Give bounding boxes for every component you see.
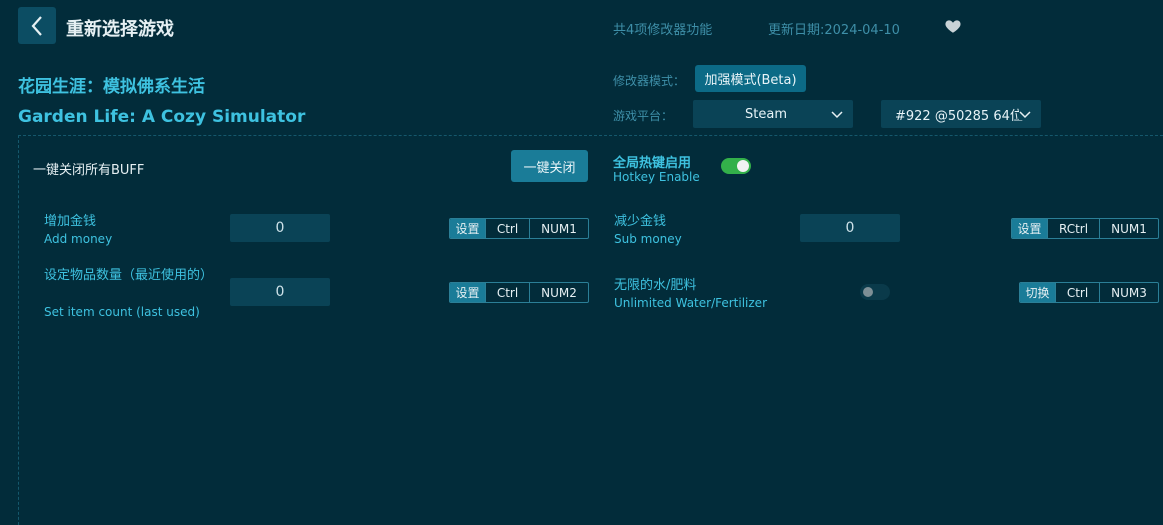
chevron-down-icon (1019, 108, 1031, 120)
unlimited-water-switch-button[interactable]: 切换 (1020, 283, 1055, 302)
hotkey-label-cn: 全局热键启用 (613, 156, 692, 171)
off-all-button[interactable]: 一键关闭 (511, 150, 588, 182)
heart-icon[interactable] (944, 17, 962, 35)
update-date: 更新日期:2024-04-10 (768, 23, 900, 38)
add-money-label-cn: 增加金钱 (44, 214, 97, 229)
sub-money-key[interactable]: NUM1 (1099, 219, 1158, 238)
set-item-label-en: Set item count (last used) (44, 305, 200, 319)
unlimited-water-key[interactable]: NUM3 (1099, 283, 1158, 302)
set-item-set-button[interactable]: 设置 (450, 283, 485, 302)
add-money-key[interactable]: NUM1 (529, 219, 588, 238)
sub-money-set-button[interactable]: 设置 (1012, 219, 1047, 238)
set-item-key[interactable]: NUM2 (529, 283, 588, 302)
unlimited-water-toggle[interactable] (860, 284, 890, 300)
options-panel (18, 135, 1163, 525)
add-money-hotkey: 设置 Ctrl NUM1 (449, 218, 589, 239)
chevron-left-icon (31, 15, 42, 36)
hotkey-label-en: Hotkey Enable (613, 170, 700, 184)
version-value: #922 @50285 64位 (895, 108, 1023, 124)
feature-count: 共4项修改器功能 (613, 23, 713, 38)
hotkey-toggle[interactable] (721, 158, 751, 174)
sub-money-mod-key[interactable]: RCtrl (1047, 219, 1099, 238)
chevron-down-icon (831, 111, 843, 119)
add-money-set-button[interactable]: 设置 (450, 219, 485, 238)
game-name-en: Garden Life: A Cozy Simulator (18, 107, 306, 127)
set-item-mod-key[interactable]: Ctrl (485, 283, 529, 302)
off-all-label: 一键关闭所有BUFF (33, 163, 145, 178)
set-item-label-cn: 设定物品数量（最近使用的） (44, 268, 214, 283)
game-name-cn: 花园生涯：模拟佛系生活 (18, 77, 205, 97)
version-select[interactable]: #922 @50285 64位 (881, 100, 1041, 128)
page-title: 重新选择游戏 (66, 19, 174, 40)
set-item-hotkey: 设置 Ctrl NUM2 (449, 282, 589, 303)
unlimited-water-label-cn: 无限的水/肥料 (614, 278, 697, 293)
set-item-input[interactable] (230, 278, 330, 306)
unlimited-water-label-en: Unlimited Water/Fertilizer (614, 296, 767, 310)
add-money-label-en: Add money (44, 232, 113, 246)
sub-money-hotkey: 设置 RCtrl NUM1 (1011, 218, 1159, 239)
mode-button[interactable]: 加强模式(Beta) (695, 65, 806, 92)
sub-money-input[interactable] (800, 214, 900, 242)
platform-label: 游戏平台： (613, 109, 674, 123)
platform-select[interactable]: Steam (693, 100, 853, 128)
add-money-input[interactable] (230, 214, 330, 242)
unlimited-water-mod-key[interactable]: Ctrl (1055, 283, 1099, 302)
unlimited-water-hotkey: 切换 Ctrl NUM3 (1019, 282, 1159, 303)
back-button[interactable] (18, 7, 56, 44)
platform-value: Steam (745, 106, 787, 122)
add-money-mod-key[interactable]: Ctrl (485, 219, 529, 238)
sub-money-label-cn: 减少金钱 (614, 214, 667, 229)
sub-money-label-en: Sub money (614, 232, 682, 246)
mode-label: 修改器模式： (613, 74, 686, 88)
